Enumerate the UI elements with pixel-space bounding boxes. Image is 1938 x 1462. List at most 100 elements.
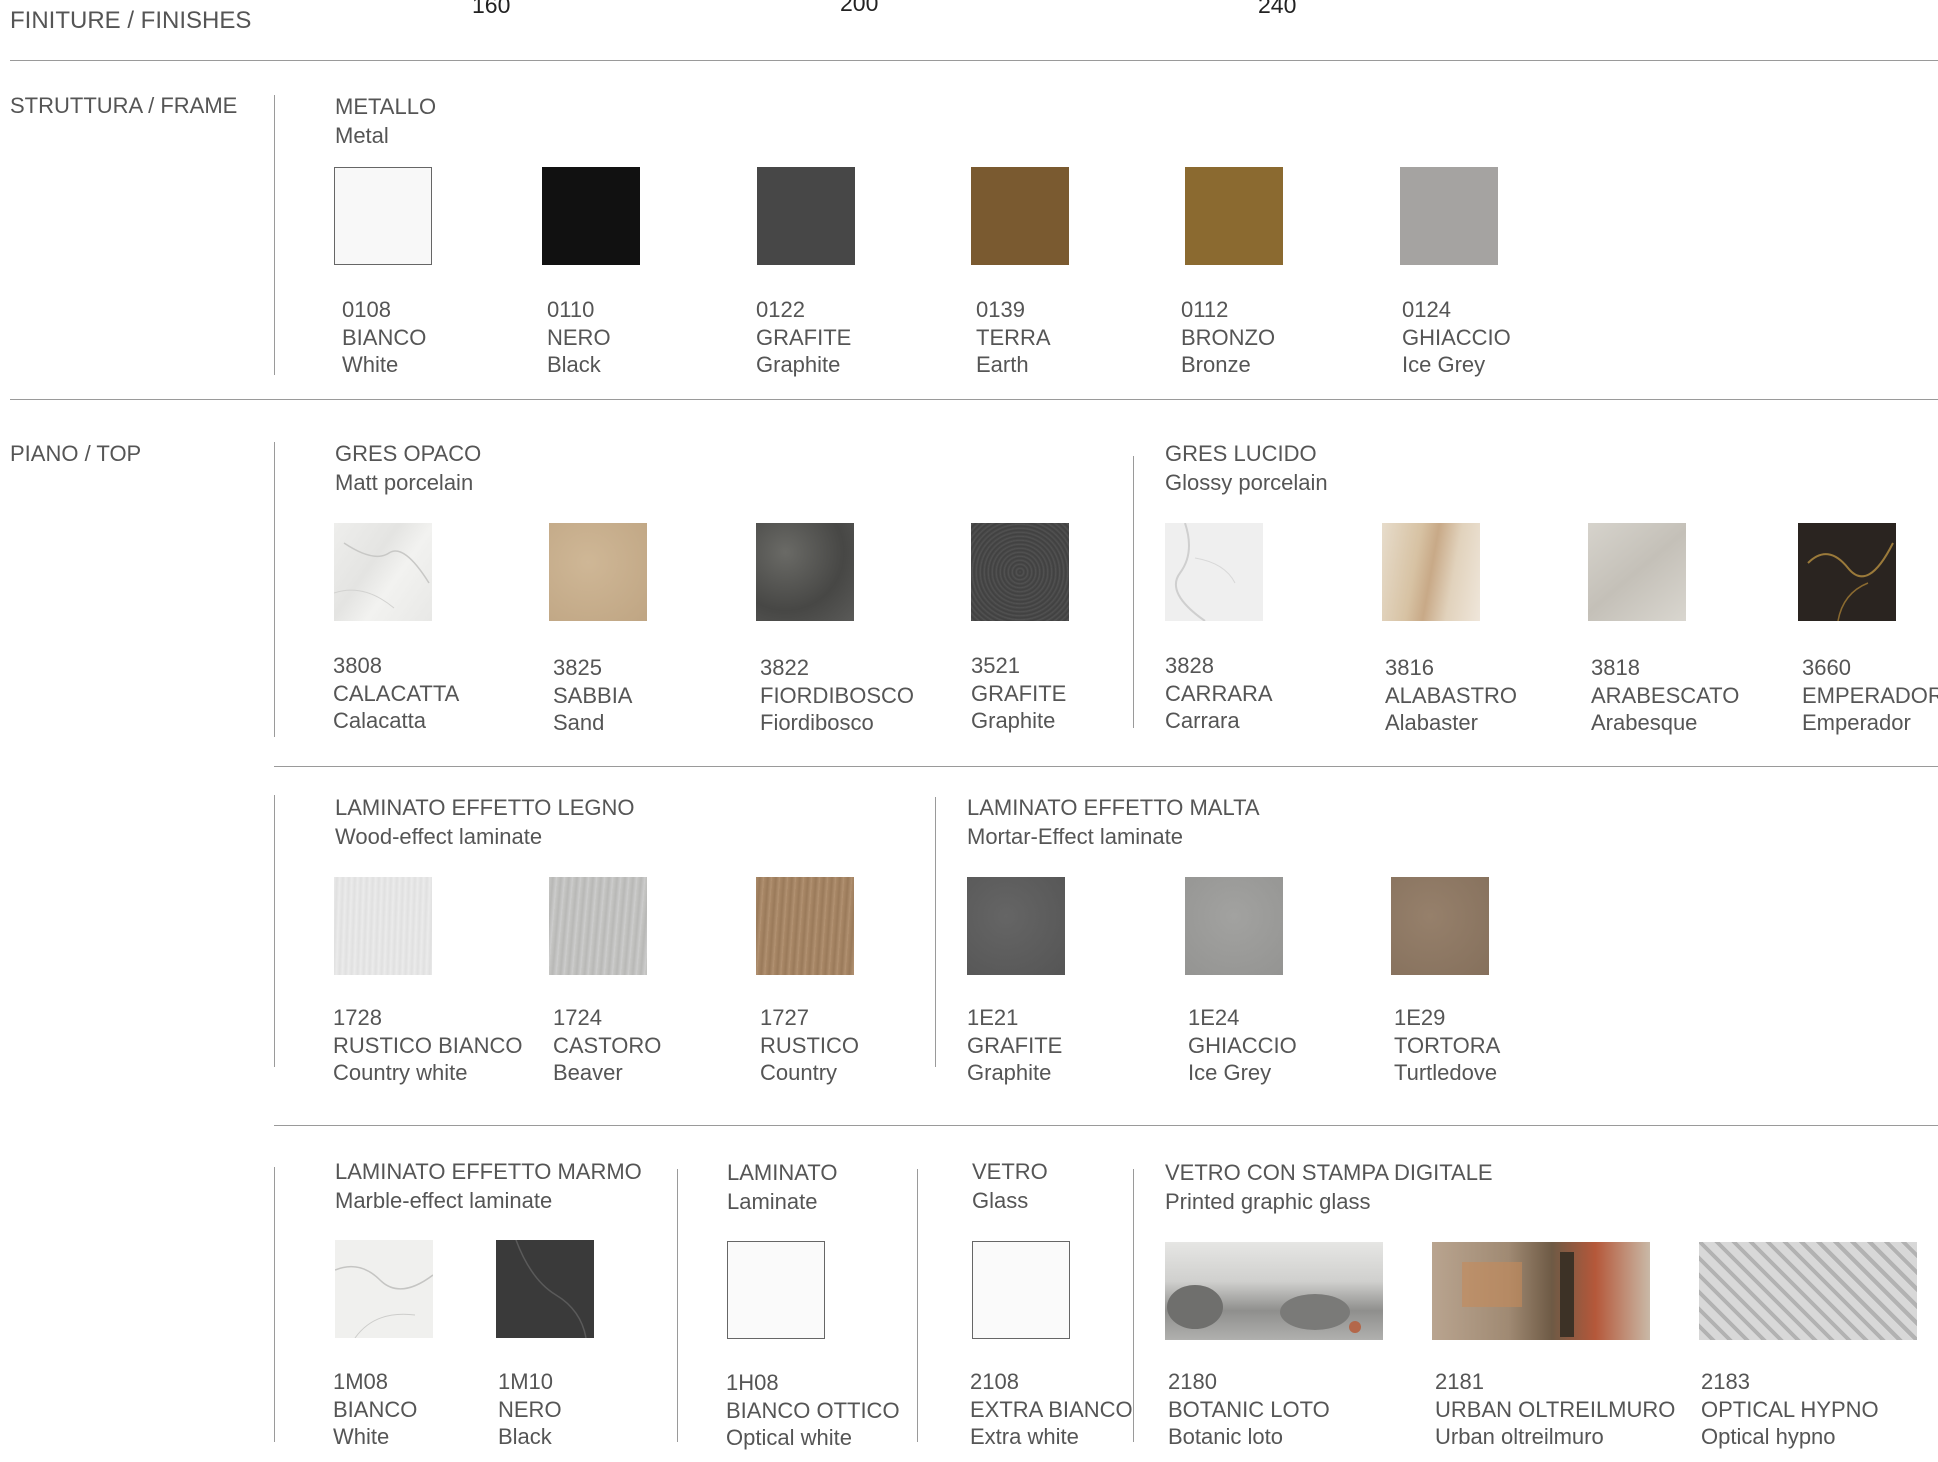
swatch-1727[interactable]	[756, 877, 854, 975]
swatch-0139[interactable]	[971, 167, 1069, 265]
swatch-name-en: White	[333, 1424, 390, 1449]
swatch-label: 1H08 BIANCO OTTICO Optical white	[726, 1369, 900, 1452]
swatch-1E21[interactable]	[967, 877, 1065, 975]
swatch-name: BIANCO OTTICO	[726, 1397, 900, 1423]
marble-vein-icon	[1175, 523, 1236, 621]
swatch-name: GRAFITE	[756, 324, 852, 350]
swatch-name-en: Arabesque	[1591, 710, 1698, 735]
swatch-label: 1E21 GRAFITE Graphite	[967, 1004, 1062, 1087]
row3-divider-3	[1133, 1169, 1134, 1442]
swatch-name-en: Ice Grey	[1402, 352, 1486, 377]
swatch-1H08[interactable]	[727, 1241, 825, 1339]
swatch-name: NERO	[547, 324, 611, 350]
swatch-1E24[interactable]	[1185, 877, 1283, 975]
group-title-malta: LAMINATO EFFETTO MALTA	[967, 795, 1260, 820]
top-row1-divider	[274, 766, 1938, 767]
swatch-name-en: Extra white	[970, 1424, 1079, 1449]
group-subtitle-laminate: Laminate	[727, 1189, 818, 1214]
group-title-stampa: VETRO CON STAMPA DIGITALE	[1165, 1160, 1493, 1185]
swatch-label: 3660 EMPERADOR Emperador	[1802, 654, 1938, 737]
swatch-code: 0124	[1402, 297, 1451, 322]
swatch-name-en: Emperador	[1802, 710, 1911, 735]
swatch-name: FIORDIBOSCO	[760, 682, 915, 708]
swatch-label: 2181 URBAN OLTREILMURO Urban oltreilmuro	[1435, 1368, 1675, 1451]
swatch-name-en: Black	[498, 1424, 552, 1449]
swatch-name-en: Sand	[553, 710, 605, 735]
swatch-0124[interactable]	[1400, 167, 1498, 265]
swatch-name-en: Graphite	[756, 352, 841, 377]
swatch-name: OPTICAL HYPNO	[1701, 1396, 1879, 1422]
swatch-0110[interactable]	[542, 167, 640, 265]
swatch-label: 0124 GHIACCIO Ice Grey	[1402, 296, 1511, 379]
swatch-code: 3808	[333, 653, 382, 678]
swatch-name: NERO	[498, 1396, 562, 1422]
swatch-label: 0139 TERRA Earth	[976, 296, 1051, 379]
swatch-name-en: Urban oltreilmuro	[1435, 1424, 1604, 1449]
swatch-name-en: Bronze	[1181, 352, 1251, 377]
swatch-3818[interactable]	[1588, 523, 1686, 621]
swatch-name: BRONZO	[1181, 324, 1276, 350]
swatch-3660[interactable]	[1798, 523, 1896, 621]
swatch-1M08[interactable]	[335, 1240, 433, 1338]
swatch-3822[interactable]	[756, 523, 854, 621]
swatch-label: 2180 BOTANIC LOTO Botanic loto	[1168, 1368, 1330, 1451]
swatch-label: 0122 GRAFITE Graphite	[756, 296, 851, 379]
group-subtitle-marble-effect: Marble-effect laminate	[335, 1188, 553, 1213]
gres-vertical-divider	[1133, 456, 1134, 728]
swatch-name-en: Earth	[976, 352, 1029, 377]
swatch-label: 0108 BIANCO White	[342, 296, 426, 379]
swatch-name-en: Calacatta	[333, 708, 426, 733]
swatch-2183[interactable]	[1699, 1242, 1917, 1340]
swatch-code: 1727	[760, 1005, 809, 1030]
top-row2-divider	[274, 1125, 1938, 1126]
swatch-1M10[interactable]	[496, 1240, 594, 1338]
swatch-0122[interactable]	[757, 167, 855, 265]
swatch-label: 3818 ARABESCATO Arabesque	[1591, 654, 1739, 737]
swatch-code: 3818	[1591, 655, 1640, 680]
swatch-3816[interactable]	[1382, 523, 1480, 621]
swatch-code: 3825	[553, 655, 602, 680]
swatch-name-en: Carrara	[1165, 708, 1240, 733]
swatch-2180[interactable]	[1165, 1242, 1383, 1340]
swatch-3828[interactable]	[1165, 523, 1263, 621]
swatch-3825[interactable]	[549, 523, 647, 621]
swatch-3521[interactable]	[971, 523, 1069, 621]
swatch-label: 3808 CALACATTA Calacatta	[333, 652, 459, 735]
swatch-name: SABBIA	[553, 682, 633, 708]
swatch-name-en: Botanic loto	[1168, 1424, 1283, 1449]
swatch-code: 3822	[760, 655, 809, 680]
header-divider	[10, 60, 1938, 61]
swatch-name-en: Fiordibosco	[760, 710, 874, 735]
swatch-code: 2183	[1701, 1369, 1750, 1394]
swatch-name: RUSTICO BIANCO	[333, 1032, 523, 1058]
swatch-name: CALACATTA	[333, 680, 460, 706]
section-label-frame: STRUTTURA / FRAME	[10, 93, 238, 118]
group-subtitle-glass: Glass	[972, 1188, 1029, 1213]
swatch-label: 1M10 NERO Black	[498, 1368, 562, 1451]
swatch-label: 3816 ALABASTRO Alabaster	[1385, 654, 1517, 737]
swatch-code: 0139	[976, 297, 1025, 322]
swatch-label: 3828 CARRARA Carrara	[1165, 652, 1273, 735]
swatch-name-en: Ice Grey	[1188, 1060, 1272, 1085]
row3-left-divider	[274, 1167, 275, 1442]
group-title-gres-lucido: GRES LUCIDO	[1165, 441, 1317, 466]
swatch-0112[interactable]	[1185, 167, 1283, 265]
swatch-code: 1724	[553, 1005, 602, 1030]
swatch-1724[interactable]	[549, 877, 647, 975]
marble-vein-icon	[335, 1265, 433, 1338]
top-vertical-divider	[274, 442, 275, 737]
swatch-0108[interactable]	[334, 167, 432, 265]
swatch-2108[interactable]	[972, 1241, 1070, 1339]
swatch-label: 3822 FIORDIBOSCO Fiordibosco	[760, 654, 914, 737]
swatch-name-en: Turtledove	[1394, 1060, 1498, 1085]
swatch-2181[interactable]	[1432, 1242, 1650, 1340]
swatch-code: 0112	[1181, 297, 1229, 322]
frame-divider	[10, 399, 1938, 400]
swatch-name-en: Graphite	[971, 708, 1056, 733]
swatch-1728[interactable]	[334, 877, 432, 975]
swatch-1E29[interactable]	[1391, 877, 1489, 975]
swatch-3808[interactable]	[334, 523, 432, 621]
swatch-name: CARRARA	[1165, 680, 1273, 706]
swatch-code: 3828	[1165, 653, 1214, 678]
swatch-code: 3816	[1385, 655, 1434, 680]
